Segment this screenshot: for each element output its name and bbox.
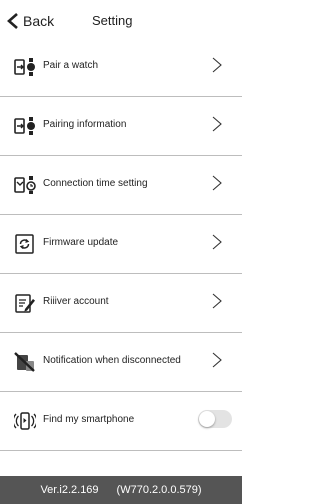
menu-item-connection-time-setting[interactable]: Connection time setting [0, 156, 242, 215]
riiiver-account-icon [15, 294, 35, 313]
notification-disconnected-icon [14, 352, 35, 372]
chevron-right-icon [212, 175, 222, 191]
app-version: Ver.i2.2.169 [40, 484, 99, 496]
connection-time-icon [14, 176, 36, 194]
watch-firmware-version: (W770.2.0.0.579) [116, 484, 202, 496]
chevron-right-icon [212, 57, 222, 73]
back-label: Back [23, 13, 55, 29]
chevron-right-icon [212, 116, 222, 132]
menu-item-label: Connection time setting [43, 178, 148, 189]
menu-item-label: Pairing information [43, 119, 127, 130]
toggle-knob [199, 411, 215, 427]
chevron-right-icon [212, 234, 222, 250]
menu-item-firmware-update[interactable]: Firmware update [0, 215, 242, 274]
menu-item-label: Pair a watch [43, 60, 99, 71]
pairing-info-icon [14, 117, 35, 135]
header-bar: Back Setting [0, 0, 242, 38]
pair-watch-icon [14, 58, 35, 76]
menu-item-notification-when-disconnected[interactable]: Notification when disconnected [0, 333, 242, 392]
menu-item-label: Firmware update [43, 237, 119, 248]
page-title: Setting [92, 13, 133, 28]
back-button[interactable]: Back [6, 11, 54, 31]
menu-item-riiiver-account[interactable]: Riiiver account [0, 274, 242, 333]
settings-list: Pair a watch Pairing information Connect… [0, 38, 242, 451]
menu-item-find-my-smartphone: Find my smartphone [0, 392, 242, 451]
menu-item-pair-watch[interactable]: Pair a watch [0, 38, 242, 97]
chevron-left-icon [7, 13, 18, 29]
version-footer: Ver.i2.2.169 (W770.2.0.0.579) [0, 476, 242, 504]
chevron-right-icon [212, 293, 222, 309]
chevron-right-icon [212, 352, 222, 368]
menu-item-label: Riiiver account [43, 296, 109, 307]
menu-item-label: Notification when disconnected [43, 355, 181, 366]
menu-item-label: Find my smartphone [43, 414, 135, 425]
find-smartphone-toggle[interactable] [198, 410, 232, 428]
find-smartphone-icon [14, 412, 36, 430]
menu-item-pairing-information[interactable]: Pairing information [0, 97, 242, 156]
firmware-update-icon [15, 234, 34, 254]
